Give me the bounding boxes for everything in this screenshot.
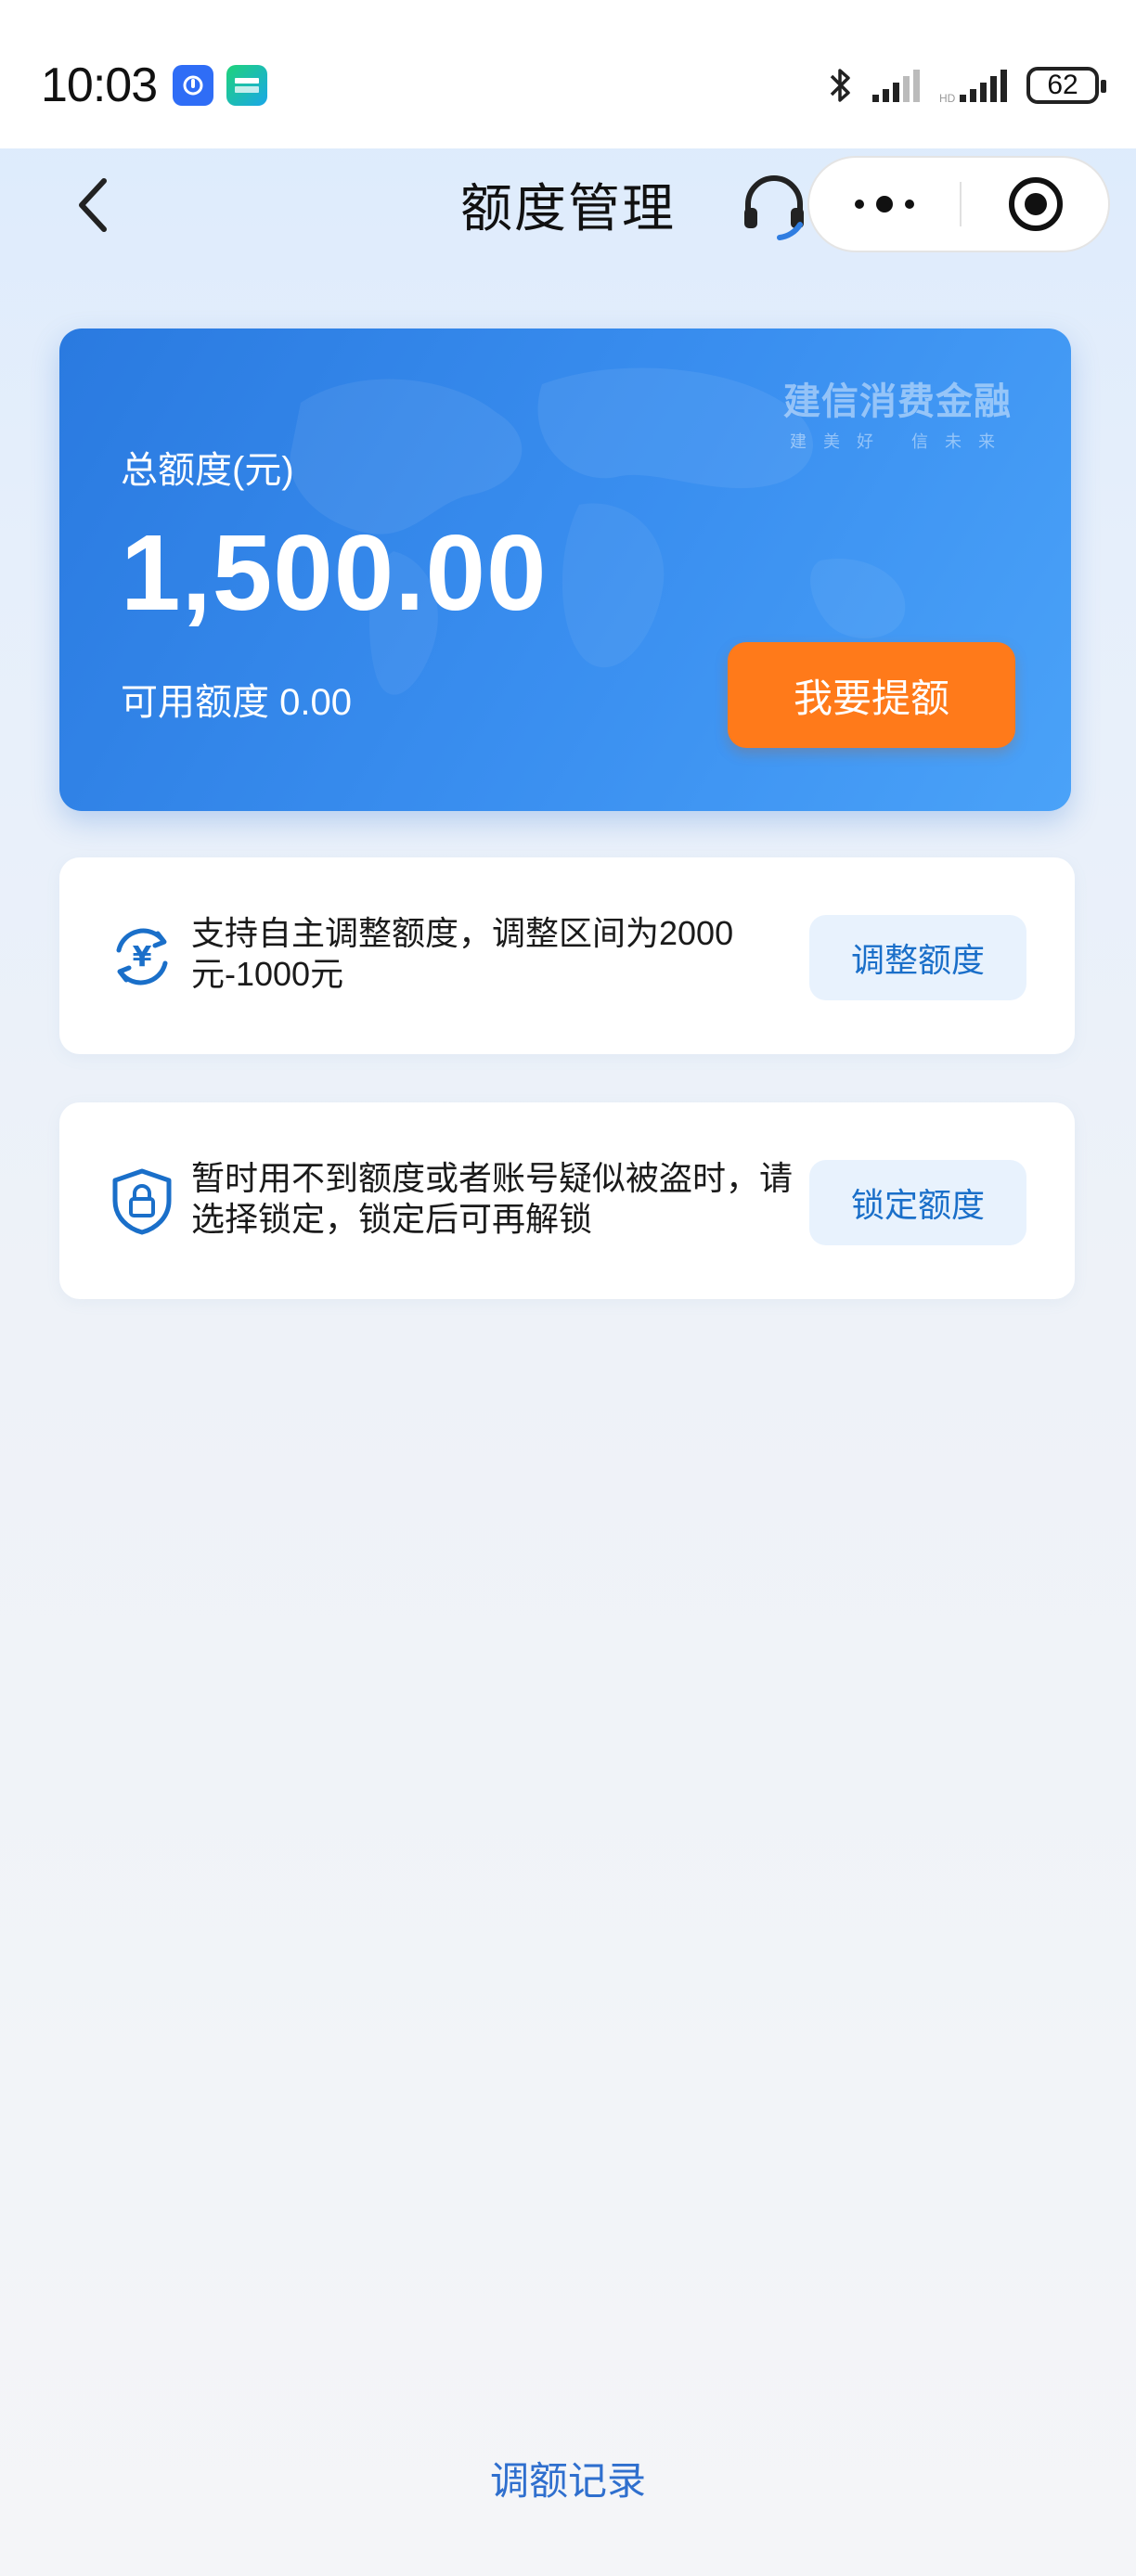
battery-indicator: 62 [1026,67,1106,104]
raise-limit-button[interactable]: 我要提额 [728,642,1015,748]
available-limit: 可用额度 0.00 [121,682,352,723]
svg-text:HD: HD [939,92,956,104]
adjust-limit-card: ¥ 支持自主调整额度，调整区间为2000元-1000元 调整额度 [59,857,1075,1054]
lock-limit-button[interactable]: 锁定额度 [809,1160,1026,1245]
brand-slogan: 建美好 信未来 [789,432,1012,451]
miniapp-capsule [807,156,1110,252]
limit-history-link[interactable]: 调额记录 [0,2450,1136,2506]
signal-icon [872,70,920,102]
adjust-limit-description: 支持自主调整额度，调整区间为2000元-1000元 [191,914,734,993]
close-miniapp-button[interactable] [962,158,1110,251]
yuan-exchange-icon: ¥ [116,928,168,985]
bluetooth-icon [830,69,850,102]
total-limit-label: 总额度(元) [121,450,294,491]
shield-lock-icon [112,1168,172,1235]
headset-icon [744,175,804,240]
target-close-icon [1009,177,1063,231]
more-button[interactable] [809,158,960,251]
total-limit-amount: 1,500.00 [121,512,548,633]
lock-limit-description: 暂时用不到额度或者账号疑似被盗时，请选择锁定，锁定后可再解锁 [191,1159,794,1238]
brand-name: 建信消费金融 [783,381,1012,422]
brand-logo: 建信消费金融 建美好 信未来 [783,371,1012,453]
status-bar: 10:03 HD 62 [0,0,1136,148]
status-time: 10:03 [41,58,158,112]
app-badge-icon [173,65,213,106]
credit-limit-card: 建信消费金融 建美好 信未来 总额度(元) 1,500.00 可用额度 0.00… [59,328,1071,811]
more-dots-icon [855,196,914,213]
lock-limit-card: 暂时用不到额度或者账号疑似被盗时，请选择锁定，锁定后可再解锁 锁定额度 [59,1102,1075,1299]
iqiyi-app-icon [226,65,267,106]
svg-text:¥: ¥ [133,941,152,973]
adjust-limit-button[interactable]: 调整额度 [809,915,1026,1000]
signal-icon: HD [939,70,1007,104]
status-indicators: HD 62 [826,61,1106,109]
customer-service-button[interactable] [739,171,809,241]
